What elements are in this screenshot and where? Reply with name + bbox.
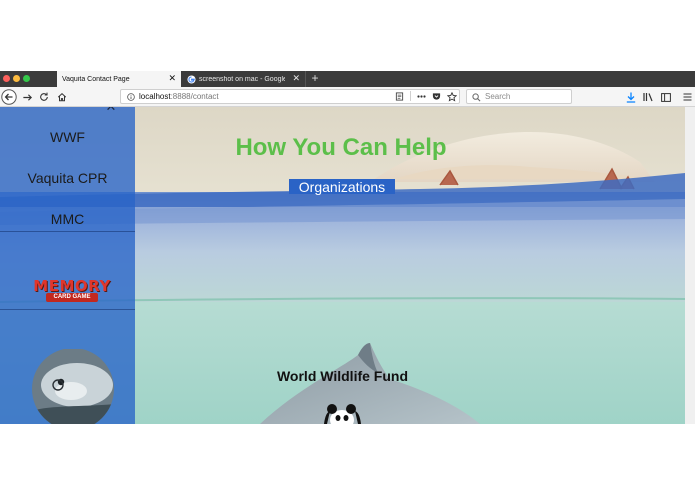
bookmark-star-icon[interactable] — [447, 91, 457, 102]
organization-title: World Wildlife Fund — [276, 368, 409, 384]
downloads-button[interactable] — [625, 89, 637, 105]
tab-bar: Vaquita Contact Page ✕ screenshot on mac… — [0, 71, 695, 87]
reader-view-icon[interactable] — [395, 92, 404, 101]
back-arrow-icon — [1, 89, 17, 105]
page-actions-icon[interactable] — [417, 95, 426, 98]
page-viewport: ✕ WWF Vaquita CPR MMC MEMORY CARD GAME H… — [0, 107, 685, 424]
sidebar-icon — [661, 92, 671, 102]
search-input[interactable]: Search — [466, 89, 572, 104]
close-window-button[interactable] — [3, 75, 10, 82]
wwf-panda-logo — [324, 404, 361, 424]
sidebar-close-icon[interactable]: ✕ — [104, 107, 118, 114]
forward-arrow-icon — [22, 93, 32, 101]
address-bar[interactable]: localhost:8888/contact — [120, 89, 460, 104]
sidebar-divider — [0, 231, 135, 232]
forward-button[interactable] — [20, 89, 34, 105]
back-button[interactable] — [1, 89, 17, 105]
sidebar-link-vaquita-cpr[interactable]: Vaquita CPR — [0, 170, 135, 186]
minimize-window-button[interactable] — [13, 75, 20, 82]
page-scrollbar[interactable] — [685, 107, 695, 424]
memory-card-game-logo[interactable]: MEMORY CARD GAME — [24, 277, 120, 303]
address-divider — [410, 91, 411, 101]
tab-vaquita-contact[interactable]: Vaquita Contact Page ✕ — [57, 71, 181, 87]
sidebar-nav: ✕ WWF Vaquita CPR MMC MEMORY CARD GAME — [0, 107, 135, 424]
organizations-badge: Organizations — [289, 179, 395, 195]
sidebar-toggle-button[interactable] — [660, 89, 672, 105]
tab-label: screenshot on mac - Google Se — [199, 75, 285, 83]
tab-label: Vaquita Contact Page — [62, 75, 130, 83]
menu-button[interactable] — [681, 89, 693, 105]
logo-word-card-game: CARD GAME — [46, 293, 98, 302]
search-placeholder: Search — [485, 92, 511, 101]
tab-close-icon[interactable]: ✕ — [168, 73, 176, 84]
download-icon — [626, 92, 636, 103]
vaquita-photo-avatar — [32, 349, 114, 424]
home-button[interactable] — [55, 89, 69, 105]
url-host: localhost — [139, 92, 171, 101]
page-heading: How You Can Help — [235, 134, 447, 161]
url-text[interactable]: localhost:8888/contact — [139, 90, 219, 103]
tab-close-icon[interactable]: ✕ — [292, 73, 300, 84]
sidebar-link-wwf[interactable]: WWF — [0, 129, 135, 145]
new-tab-button[interactable]: + — [310, 71, 320, 87]
tab-google-search[interactable]: screenshot on mac - Google Se ✕ — [182, 71, 306, 87]
home-icon — [57, 92, 67, 102]
library-button[interactable] — [642, 89, 654, 105]
google-icon — [187, 74, 196, 84]
sidebar-link-mmc[interactable]: MMC — [0, 211, 135, 227]
sidebar-divider — [0, 309, 135, 310]
pocket-icon[interactable] — [432, 92, 441, 101]
library-icon — [642, 93, 653, 102]
info-icon[interactable] — [127, 93, 135, 101]
nav-toolbar: localhost:8888/contact Search — [0, 87, 695, 107]
reload-button[interactable] — [37, 89, 51, 105]
reload-icon — [40, 92, 48, 101]
search-icon — [472, 92, 481, 101]
hamburger-menu-icon — [683, 93, 691, 101]
url-path: :8888/contact — [170, 92, 219, 101]
maximize-window-button[interactable] — [23, 75, 30, 82]
